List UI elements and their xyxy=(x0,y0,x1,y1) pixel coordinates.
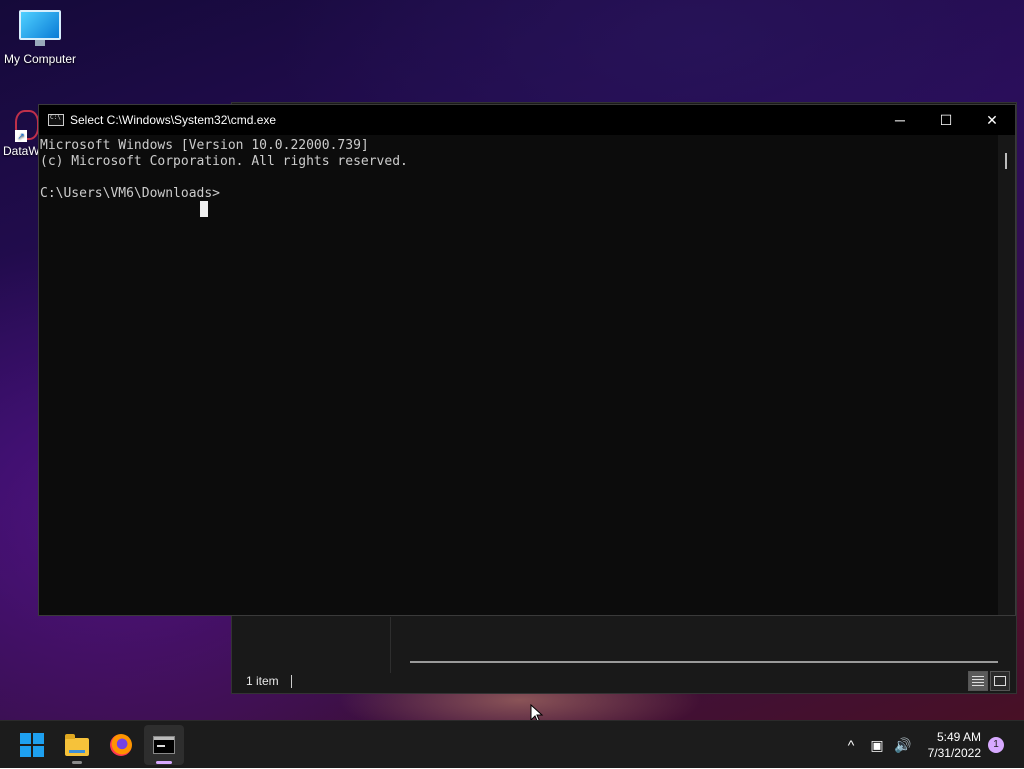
desktop-icon-label: DataW xyxy=(3,144,40,158)
running-indicator xyxy=(72,761,82,764)
firefox-icon xyxy=(110,734,132,756)
chevron-up-icon[interactable]: ^ xyxy=(838,737,864,753)
active-indicator xyxy=(156,761,172,764)
taskbar: ^ ▣ 🔊 5:49 AM 7/31/2022 1 xyxy=(0,720,1024,768)
large-icons-view-icon[interactable] xyxy=(990,671,1010,691)
taskbar-firefox[interactable] xyxy=(101,725,141,765)
text-cursor xyxy=(200,201,208,217)
clock[interactable]: 5:49 AM 7/31/2022 xyxy=(928,729,981,761)
start-button[interactable] xyxy=(12,725,52,765)
cmd-icon xyxy=(153,736,175,754)
monitor-icon xyxy=(19,10,61,46)
item-count: 1 item xyxy=(246,674,279,688)
console-prompt: C:\Users\VM6\Downloads> xyxy=(40,186,221,201)
desktop-icon-my-computer[interactable]: My Computer xyxy=(0,10,80,66)
maximize-button[interactable]: ☐ xyxy=(923,105,969,135)
title-bar[interactable]: Select C:\Windows\System32\cmd.exe ─ ☐ ✕ xyxy=(39,105,1015,135)
scrollbar-thumb[interactable] xyxy=(1005,153,1007,169)
window-controls: ─ ☐ ✕ xyxy=(877,105,1015,135)
details-view-icon[interactable] xyxy=(968,671,988,691)
taskbar-command-prompt[interactable] xyxy=(144,725,184,765)
close-button[interactable]: ✕ xyxy=(969,105,1015,135)
pane-divider[interactable] xyxy=(390,617,391,673)
desktop: My Computer ↗ DataW 1 item Select C:\Win… xyxy=(0,0,1024,768)
network-icon[interactable]: ▣ xyxy=(864,737,890,754)
cmd-window[interactable]: Select C:\Windows\System32\cmd.exe ─ ☐ ✕… xyxy=(38,104,1016,616)
console-output[interactable]: Microsoft Windows [Version 10.0.22000.73… xyxy=(39,135,999,615)
desktop-icon-dataw[interactable]: ↗ DataW xyxy=(0,110,40,158)
volume-icon[interactable]: 🔊 xyxy=(890,737,916,754)
windows-logo-icon xyxy=(20,733,44,757)
status-bar: 1 item xyxy=(232,669,1016,693)
folder-icon xyxy=(65,734,89,756)
taskbar-file-explorer[interactable] xyxy=(57,725,97,765)
window-title: Select C:\Windows\System32\cmd.exe xyxy=(70,113,277,127)
minimize-button[interactable]: ─ xyxy=(877,105,923,135)
vertical-scrollbar[interactable] xyxy=(998,135,1015,615)
status-separator xyxy=(290,674,292,688)
system-tray: ^ ▣ 🔊 xyxy=(838,721,916,769)
horizontal-scrollbar[interactable] xyxy=(410,661,998,663)
shortcut-icon: ↗ xyxy=(15,110,39,142)
console-line: (c) Microsoft Corporation. All rights re… xyxy=(40,154,408,169)
notification-badge[interactable]: 1 xyxy=(988,737,1004,753)
clock-date: 7/31/2022 xyxy=(927,746,981,760)
clock-time: 5:49 AM xyxy=(936,730,981,744)
console-line: Microsoft Windows [Version 10.0.22000.73… xyxy=(40,138,369,153)
shortcut-arrow-icon: ↗ xyxy=(15,130,27,142)
desktop-icon-label: My Computer xyxy=(3,52,77,66)
cmd-app-icon xyxy=(48,114,64,126)
